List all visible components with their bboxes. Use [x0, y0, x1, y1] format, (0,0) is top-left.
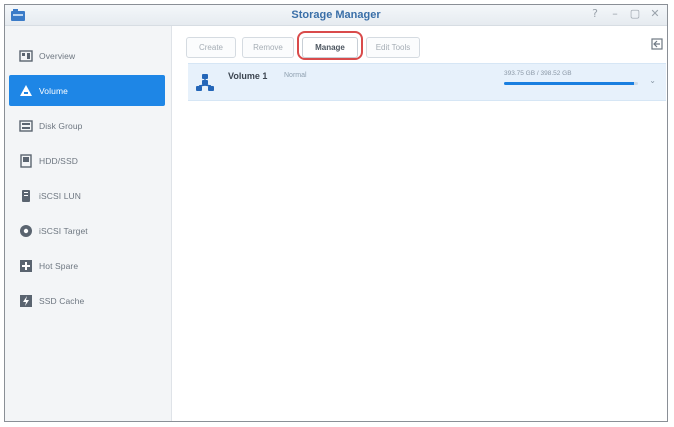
volume-usage: 393.75 GB / 398.52 GB — [504, 70, 572, 77]
create-button[interactable]: Create — [186, 37, 236, 58]
expand-chevron-icon[interactable]: ⌄ — [649, 76, 656, 85]
disk-group-icon — [19, 119, 33, 133]
remove-button[interactable]: Remove — [242, 37, 294, 58]
minimize-icon[interactable]: – — [609, 8, 621, 20]
manage-button-highlight — [297, 31, 363, 60]
hot-spare-icon — [19, 259, 33, 273]
sidebar-item-hdd-ssd[interactable]: HDD/SSD — [9, 145, 165, 176]
window-controls: ? – ▢ ✕ — [589, 8, 661, 20]
sidebar-item-label: SSD Cache — [39, 295, 85, 306]
sidebar-item-label: Overview — [39, 50, 76, 61]
sidebar-item-ssd-cache[interactable]: SSD Cache — [9, 285, 165, 316]
title-bar: Storage Manager ? – ▢ ✕ — [5, 5, 667, 26]
sidebar-item-overview[interactable]: Overview — [9, 40, 165, 71]
maximize-icon[interactable]: ▢ — [629, 8, 641, 20]
iscsi-target-icon — [19, 224, 33, 238]
sidebar-item-hot-spare[interactable]: Hot Spare — [9, 250, 165, 281]
sidebar-item-label: Disk Group — [39, 120, 83, 131]
storage-manager-window: Storage Manager ? – ▢ ✕ Overview Volume … — [4, 4, 668, 422]
volume-status: Normal — [284, 72, 307, 79]
sidebar-item-label: HDD/SSD — [39, 155, 78, 166]
volume-icon — [19, 84, 33, 98]
sidebar-item-iscsi-lun[interactable]: iSCSI LUN — [9, 180, 165, 211]
sidebar-item-disk-group[interactable]: Disk Group — [9, 110, 165, 141]
iscsi-lun-icon — [19, 189, 33, 203]
volume-usage-bar-fill — [504, 82, 634, 85]
sidebar-item-label: Hot Spare — [39, 260, 79, 271]
overview-icon — [19, 49, 33, 63]
volume-status-icon — [196, 74, 214, 91]
window-title: Storage Manager — [291, 9, 381, 21]
sidebar-item-volume[interactable]: Volume — [9, 75, 165, 106]
help-icon[interactable]: ? — [589, 8, 601, 20]
toolbar: Create Remove Manage Edit Tools — [172, 26, 667, 60]
main-panel: Create Remove Manage Edit Tools Volume 1… — [172, 26, 667, 421]
volume-row[interactable]: Volume 1 Normal 393.75 GB / 398.52 GB ⌄ — [188, 63, 666, 101]
sidebar-item-iscsi-target[interactable]: iSCSI Target — [9, 215, 165, 246]
ssd-cache-icon — [19, 294, 33, 308]
sidebar: Overview Volume Disk Group HDD/SSD iSCSI… — [5, 26, 172, 421]
close-icon[interactable]: ✕ — [649, 8, 661, 20]
sidebar-item-label: iSCSI LUN — [39, 190, 81, 201]
collapse-all-icon[interactable] — [651, 38, 663, 50]
sidebar-item-label: iSCSI Target — [39, 225, 88, 236]
volume-usage-bar — [504, 82, 638, 85]
edit-tools-button[interactable]: Edit Tools — [366, 37, 420, 58]
sidebar-item-label: Volume — [39, 85, 68, 96]
hdd-icon — [19, 153, 33, 168]
volume-name: Volume 1 — [228, 71, 268, 81]
